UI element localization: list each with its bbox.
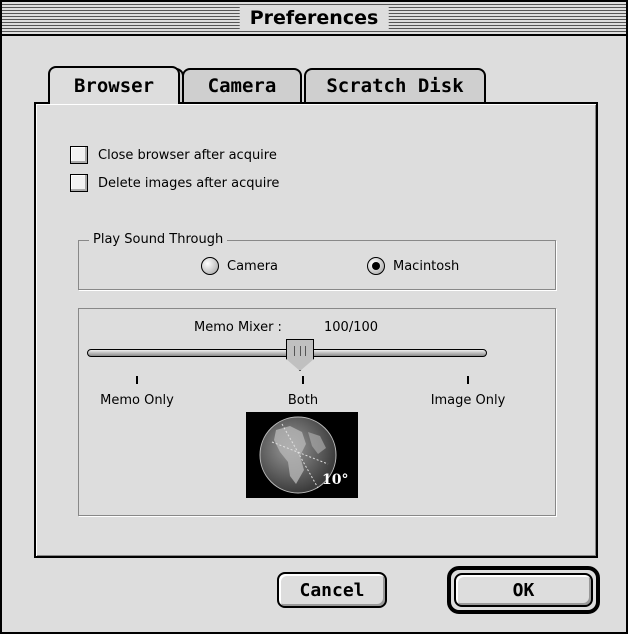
cancel-button-label: Cancel xyxy=(299,579,365,601)
slider-grip-icon xyxy=(294,346,306,356)
window-title: Preferences xyxy=(239,6,389,30)
delete-images-label: Delete images after acquire xyxy=(98,175,280,191)
preferences-window: Preferences Browser Camera Scratch Disk … xyxy=(0,0,628,634)
tab-camera-label: Camera xyxy=(207,75,277,97)
tab-scratch-disk[interactable]: Scratch Disk xyxy=(304,68,486,102)
tick-memo-only xyxy=(136,376,138,384)
sound-camera-option[interactable]: Camera xyxy=(201,257,278,275)
sound-macintosh-radio[interactable] xyxy=(367,257,385,275)
memo-mixer-label: Memo Mixer : xyxy=(194,320,282,335)
tick-both xyxy=(302,376,304,384)
tab-browser-label: Browser xyxy=(73,75,155,97)
sound-camera-label: Camera xyxy=(227,258,279,274)
close-browser-checkbox[interactable] xyxy=(70,146,88,164)
delete-images-checkbox[interactable] xyxy=(70,174,88,192)
play-sound-group: Play Sound Through Camera Macintosh xyxy=(78,232,556,290)
play-sound-group-label: Play Sound Through xyxy=(89,232,228,247)
cancel-button[interactable]: Cancel xyxy=(277,572,387,608)
delete-images-option[interactable]: Delete images after acquire xyxy=(70,174,279,192)
preview-caption: 10° xyxy=(322,472,348,488)
sound-macintosh-label: Macintosh xyxy=(393,258,460,274)
tick-image-only xyxy=(467,376,469,384)
sound-camera-radio[interactable] xyxy=(201,257,219,275)
tab-browser[interactable]: Browser xyxy=(48,66,180,104)
tick-label-image-only: Image Only xyxy=(430,393,506,408)
globe-icon: 10° xyxy=(259,416,348,494)
ok-button-label: OK xyxy=(512,579,535,601)
close-browser-option[interactable]: Close browser after acquire xyxy=(70,146,277,164)
tab-camera[interactable]: Camera xyxy=(182,68,302,102)
memo-mixer-preview: 10° xyxy=(246,412,358,498)
memo-mixer-value: 100/100 xyxy=(324,320,379,335)
ok-button[interactable]: OK xyxy=(454,573,593,607)
sound-macintosh-option[interactable]: Macintosh xyxy=(367,257,459,275)
title-bar[interactable]: Preferences xyxy=(2,2,626,36)
tick-label-memo-only: Memo Only xyxy=(100,393,174,408)
tick-label-both: Both xyxy=(287,393,319,408)
tab-scratch-disk-label: Scratch Disk xyxy=(326,75,464,97)
close-browser-label: Close browser after acquire xyxy=(98,147,277,163)
